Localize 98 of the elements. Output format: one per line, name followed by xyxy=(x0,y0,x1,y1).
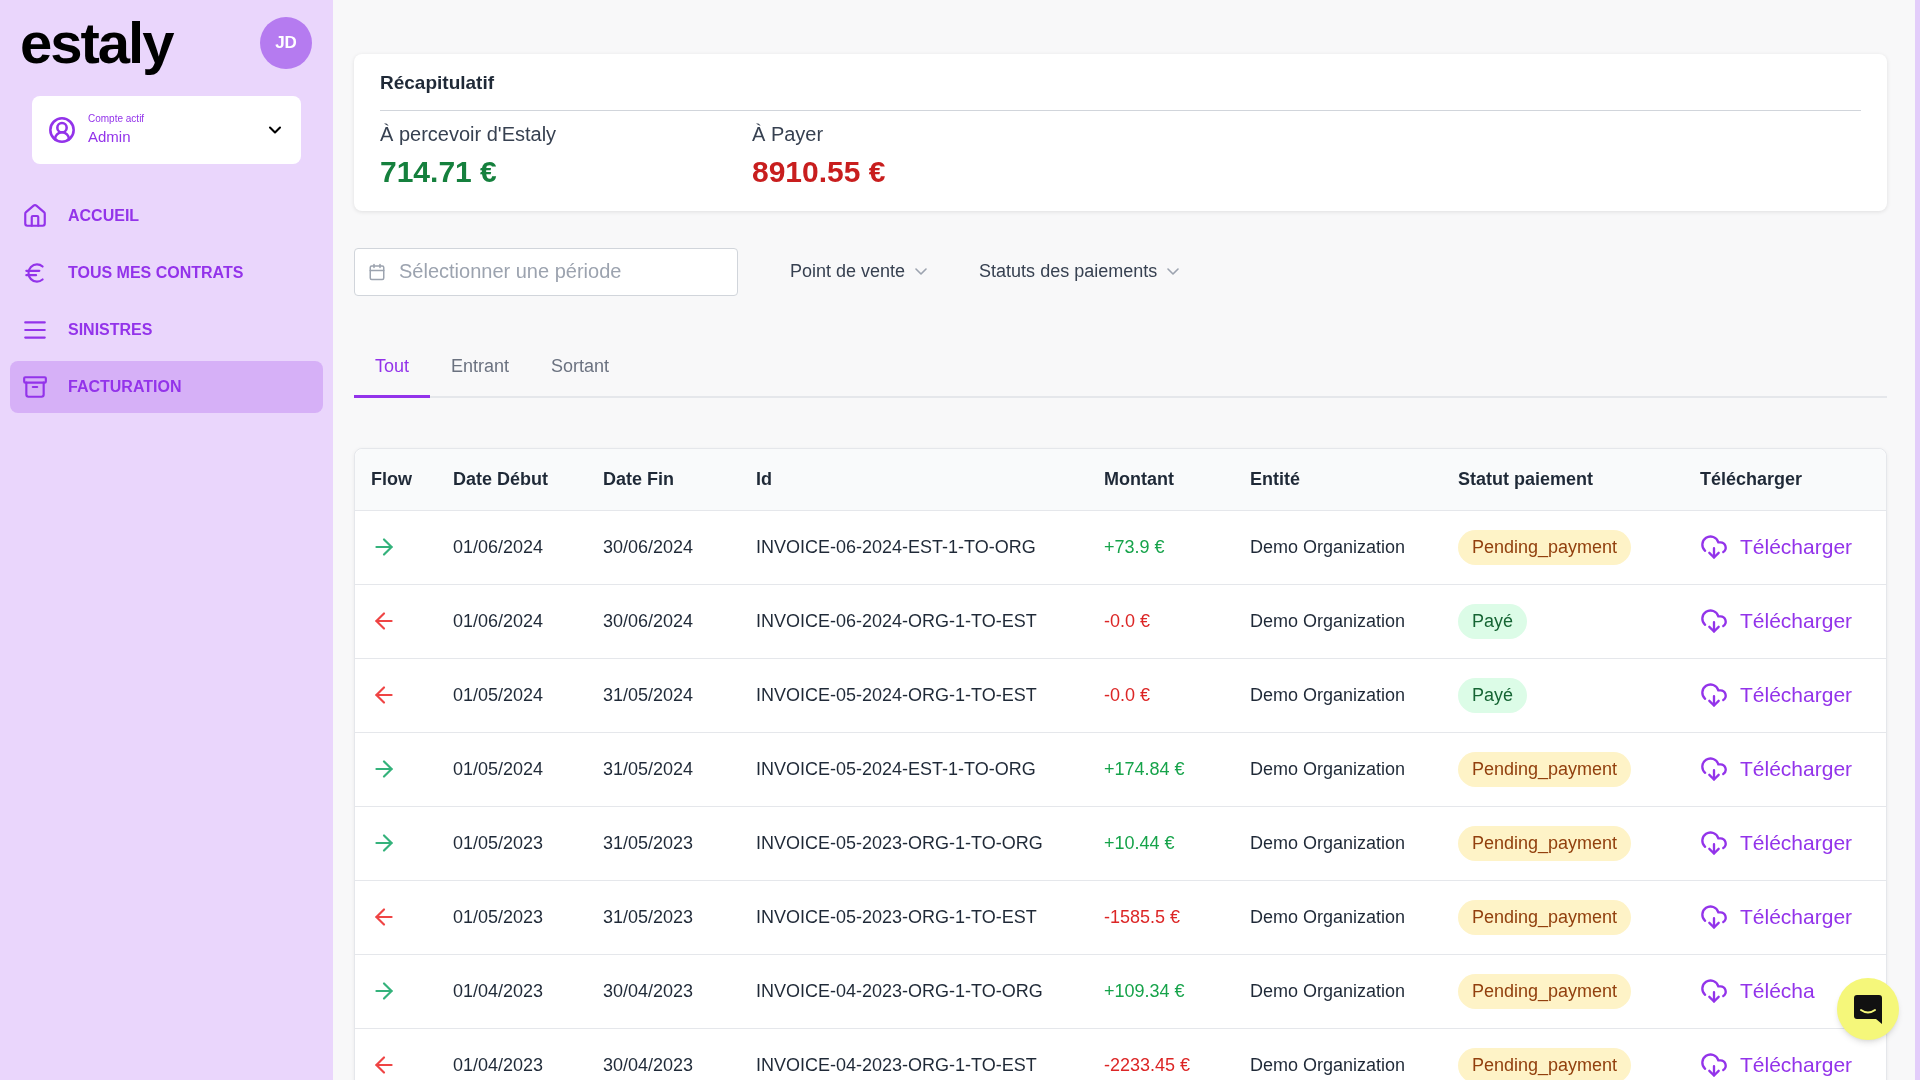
column-header: Id xyxy=(756,467,773,491)
download-link[interactable]: Télécharger xyxy=(1700,901,1853,933)
summary-value: 8910.55 € xyxy=(752,153,887,190)
user-icon xyxy=(48,116,76,144)
table-cell-text: 31/05/2024 xyxy=(603,757,695,781)
column-header: Statut paiement xyxy=(1458,467,1595,491)
amount-cell-text: +174.84 € xyxy=(1104,757,1186,781)
download-link[interactable]: Télécharger xyxy=(1700,605,1853,637)
table-cell-text: Demo Organization xyxy=(1250,535,1407,559)
status-badge: Pending_payment xyxy=(1458,751,1632,787)
table-cell-text: Demo Organization xyxy=(1250,905,1407,929)
account-name: Admin xyxy=(88,127,132,148)
table-cell-text: Demo Organization xyxy=(1250,683,1407,707)
table-cell-text: 01/06/2024 xyxy=(453,535,545,559)
table-cell-text: INVOICE-05-2023-ORG-1-TO-ORG xyxy=(756,831,1044,855)
status-badge: Pending_payment xyxy=(1458,825,1632,861)
table-cell-text: 01/05/2024 xyxy=(453,757,545,781)
amount-cell-text: -2233.45 € xyxy=(1104,1053,1192,1077)
table-cell-text: 31/05/2023 xyxy=(603,831,695,855)
download-link[interactable]: Télécharger xyxy=(1700,531,1853,563)
table-cell-text: Demo Organization xyxy=(1250,1053,1407,1077)
table-cell-text: 01/04/2023 xyxy=(453,1053,545,1077)
table-cell-text: INVOICE-04-2023-ORG-1-TO-EST xyxy=(756,1053,1038,1077)
column-header: Télécharger xyxy=(1700,467,1804,491)
status-badge: Payé xyxy=(1458,603,1528,639)
table-cell-text: 01/04/2023 xyxy=(453,979,545,1003)
column-header: Montant xyxy=(1104,467,1175,491)
download-link[interactable]: Télécharger xyxy=(1700,1049,1853,1080)
table-cell-text: Demo Organization xyxy=(1250,757,1407,781)
table-cell-text: INVOICE-06-2024-ORG-1-TO-EST xyxy=(756,609,1038,633)
summary-value: 714.71 € xyxy=(380,153,498,190)
cloud-download-icon xyxy=(1700,977,1728,1005)
account-selector[interactable]: Compte actif Admin xyxy=(32,96,301,164)
amount-cell-text: +10.44 € xyxy=(1104,831,1176,855)
filter-dropdown[interactable]: Statuts des paiements xyxy=(979,258,1180,285)
status-badge: Pending_payment xyxy=(1458,1047,1632,1080)
nav-item[interactable]: SINISTRES xyxy=(10,304,323,356)
avatar[interactable]: JD xyxy=(260,17,312,69)
download-link[interactable]: Télécharger xyxy=(1700,679,1853,711)
table-cell-text: 01/05/2023 xyxy=(453,905,545,929)
table-cell-text: 01/06/2024 xyxy=(453,609,545,633)
table-cell-text: INVOICE-05-2023-ORG-1-TO-EST xyxy=(756,905,1038,929)
table-cell-text: 01/05/2024 xyxy=(453,683,545,707)
download-link[interactable]: Télécharger xyxy=(1700,827,1853,859)
amount-cell-text: -0.0 € xyxy=(1104,609,1152,633)
nav-item[interactable]: TOUS MES CONTRATS xyxy=(10,247,323,299)
nav-item[interactable]: ACCUEIL xyxy=(10,190,323,242)
table-cell-text: Demo Organization xyxy=(1250,979,1407,1003)
cloud-download-icon xyxy=(1700,681,1728,709)
archive-icon xyxy=(22,374,48,400)
cloud-download-icon xyxy=(1700,1051,1728,1079)
table-cell-text: INVOICE-06-2024-EST-1-TO-ORG xyxy=(756,535,1037,559)
amount-cell-text: +109.34 € xyxy=(1104,979,1186,1003)
calendar-icon xyxy=(368,262,386,281)
table-cell-text: INVOICE-05-2024-ORG-1-TO-EST xyxy=(756,683,1038,707)
amount-cell-text: +73.9 € xyxy=(1104,535,1166,559)
period-field[interactable]: Sélectionner une période xyxy=(354,247,738,296)
table-cell-text: 30/06/2024 xyxy=(603,609,695,633)
table-cell-text: Demo Organization xyxy=(1250,609,1407,633)
status-badge: Payé xyxy=(1458,677,1528,713)
chevron-icon xyxy=(915,268,928,275)
account-caption: Compte actif xyxy=(88,112,146,127)
column-header: Entité xyxy=(1250,467,1301,491)
chevron-icon xyxy=(1167,268,1180,275)
cloud-download-icon xyxy=(1700,607,1728,635)
tab[interactable]: Entrant xyxy=(430,352,531,398)
table-cell-text: 31/05/2023 xyxy=(603,905,695,929)
column-header: Flow xyxy=(371,467,413,491)
home-icon xyxy=(22,203,48,229)
cloud-download-icon xyxy=(1700,755,1728,783)
table-cell-text: INVOICE-04-2023-ORG-1-TO-ORG xyxy=(756,979,1044,1003)
cloud-download-icon xyxy=(1700,903,1728,931)
cloud-download-icon xyxy=(1700,533,1728,561)
table-cell-text: 30/04/2023 xyxy=(603,979,695,1003)
amount-cell-text: -0.0 € xyxy=(1104,683,1152,707)
table-cell-text: 30/06/2024 xyxy=(603,535,695,559)
table-cell-text: 31/05/2024 xyxy=(603,683,695,707)
table-cell-text: 01/05/2023 xyxy=(453,831,545,855)
chat-icon xyxy=(1853,993,1883,1025)
column-header: Date Début xyxy=(453,467,549,491)
column-header: Date Fin xyxy=(603,467,675,491)
cloud-download-icon xyxy=(1700,829,1728,857)
summary-label: À percevoir d'Estaly xyxy=(380,121,558,147)
tab[interactable]: Tout xyxy=(354,352,431,398)
status-badge: Pending_payment xyxy=(1458,973,1632,1009)
table-cell-text: 30/04/2023 xyxy=(603,1053,695,1077)
filter-dropdown[interactable]: Point de vente xyxy=(790,258,928,285)
status-badge: Pending_payment xyxy=(1458,529,1632,565)
nav-item[interactable]: FACTURATION xyxy=(10,361,323,413)
amount-cell-text: -1585.5 € xyxy=(1104,905,1182,929)
table-cell-text: INVOICE-05-2024-EST-1-TO-ORG xyxy=(756,757,1037,781)
status-badge: Pending_payment xyxy=(1458,899,1632,935)
tab[interactable]: Sortant xyxy=(530,352,631,398)
download-link[interactable]: Télécharger xyxy=(1700,753,1853,785)
download-link[interactable]: Télécha xyxy=(1700,975,1815,1007)
summary-title: Récapitulatif xyxy=(380,69,1861,111)
table-cell-text: Demo Organization xyxy=(1250,831,1407,855)
summary-label: À Payer xyxy=(752,121,825,147)
